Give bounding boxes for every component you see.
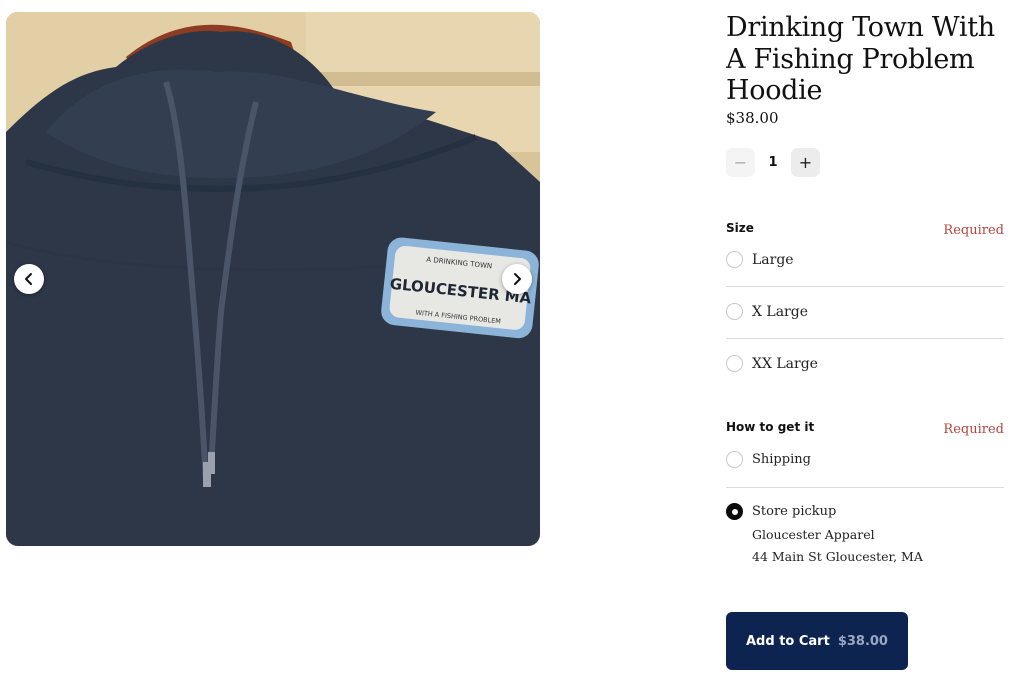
gallery-next-button[interactable]: [502, 264, 532, 294]
divider: [726, 286, 1004, 287]
size-option-label: XX Large: [752, 355, 818, 372]
quantity-decrease-button[interactable]: −: [726, 147, 755, 177]
shipping-label: Shipping: [752, 452, 811, 467]
size-label: Size: [726, 221, 754, 235]
quantity-value[interactable]: 1: [755, 155, 791, 170]
chevron-left-icon: [25, 273, 32, 285]
quantity-increase-button[interactable]: +: [791, 147, 820, 177]
pickup-store-address: 44 Main St Gloucester, MA: [752, 549, 923, 564]
size-option-large[interactable]: Large: [726, 251, 1004, 268]
add-to-cart-label: Add to Cart: [746, 633, 830, 649]
product-price: $38.00: [726, 109, 779, 127]
fulfillment-option-store-pickup[interactable]: Store pickup: [726, 503, 1004, 520]
add-to-cart-button[interactable]: Add to Cart $38.00: [726, 612, 908, 670]
divider: [726, 338, 1004, 339]
radio-button[interactable]: [726, 355, 743, 372]
radio-button[interactable]: [726, 251, 743, 268]
size-option-label: X Large: [752, 303, 808, 320]
radio-button[interactable]: [726, 303, 743, 320]
fulfillment-required-label: Required: [943, 422, 1004, 437]
size-option-xx-large[interactable]: XX Large: [726, 355, 1004, 372]
divider: [726, 487, 1004, 488]
quantity-stepper: − 1 +: [726, 147, 820, 177]
size-option-x-large[interactable]: X Large: [726, 303, 1004, 320]
product-title: Drinking Town With A Fishing Problem Hoo…: [726, 12, 995, 106]
chevron-right-icon: [514, 273, 521, 285]
size-option-label: Large: [752, 251, 794, 268]
product-photo: A DRINKING TOWN GLOUCESTER MA WITH A FIS…: [6, 12, 540, 546]
radio-button-selected[interactable]: [726, 503, 743, 520]
pickup-store-name: Gloucester Apparel: [752, 527, 875, 542]
add-to-cart-price: $38.00: [837, 633, 888, 649]
radio-button[interactable]: [726, 451, 743, 468]
size-required-label: Required: [943, 223, 1004, 238]
gallery-prev-button[interactable]: [14, 264, 44, 294]
store-pickup-label: Store pickup: [752, 504, 837, 519]
product-image-gallery[interactable]: A DRINKING TOWN GLOUCESTER MA WITH A FIS…: [6, 12, 540, 546]
fulfillment-label: How to get it: [726, 420, 815, 434]
fulfillment-option-shipping[interactable]: Shipping: [726, 451, 1004, 468]
